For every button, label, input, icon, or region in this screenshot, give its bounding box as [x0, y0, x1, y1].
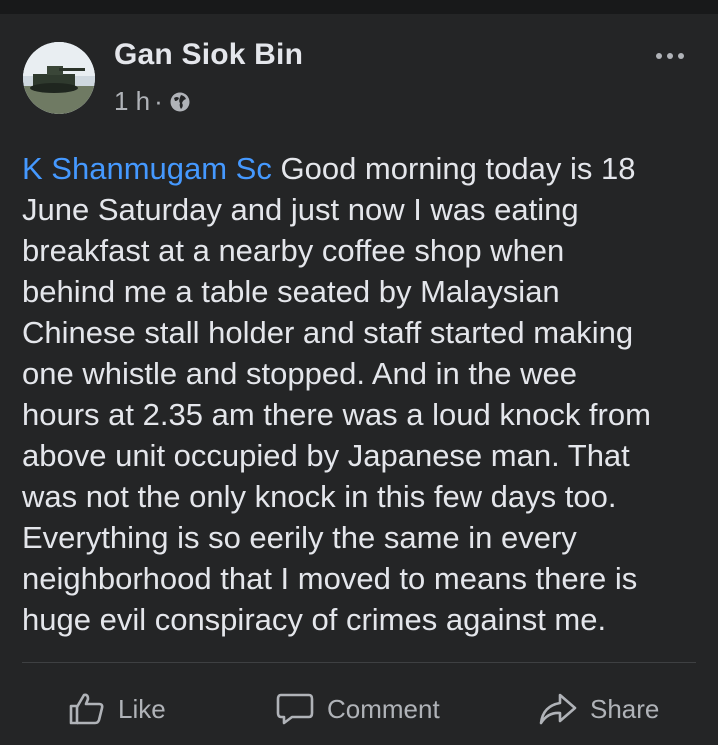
share-label: Share — [590, 693, 660, 724]
post-time[interactable]: 1 h — [114, 86, 150, 117]
post-card: Gan Siok Bin 1 h · K Shanmugam Sc Good m… — [0, 14, 718, 745]
share-button[interactable]: Share — [538, 684, 659, 734]
like-button[interactable]: Like — [68, 684, 166, 734]
post-body: K Shanmugam Sc Good morning today is 18 … — [22, 148, 702, 640]
meta-separator: · — [154, 86, 163, 116]
comment-icon — [276, 693, 314, 725]
share-icon — [539, 693, 577, 725]
more-options-icon — [656, 53, 662, 59]
author-name[interactable]: Gan Siok Bin — [114, 38, 303, 72]
mention-link[interactable]: K Shanmugam Sc — [22, 151, 272, 186]
comment-button[interactable]: Comment — [275, 684, 440, 734]
post-text: Good morning today is 18 June Saturday a… — [22, 151, 651, 637]
like-label: Like — [118, 693, 166, 724]
thumbs-up-icon — [69, 693, 104, 725]
action-bar: Like Comment Share — [0, 684, 718, 734]
divider — [22, 662, 696, 663]
comment-label: Comment — [327, 693, 440, 724]
post-meta: 1 h · — [114, 86, 191, 117]
globe-icon — [170, 92, 190, 111]
avatar[interactable] — [23, 42, 95, 114]
more-options-button[interactable] — [650, 48, 690, 64]
avatar-image — [23, 42, 95, 114]
